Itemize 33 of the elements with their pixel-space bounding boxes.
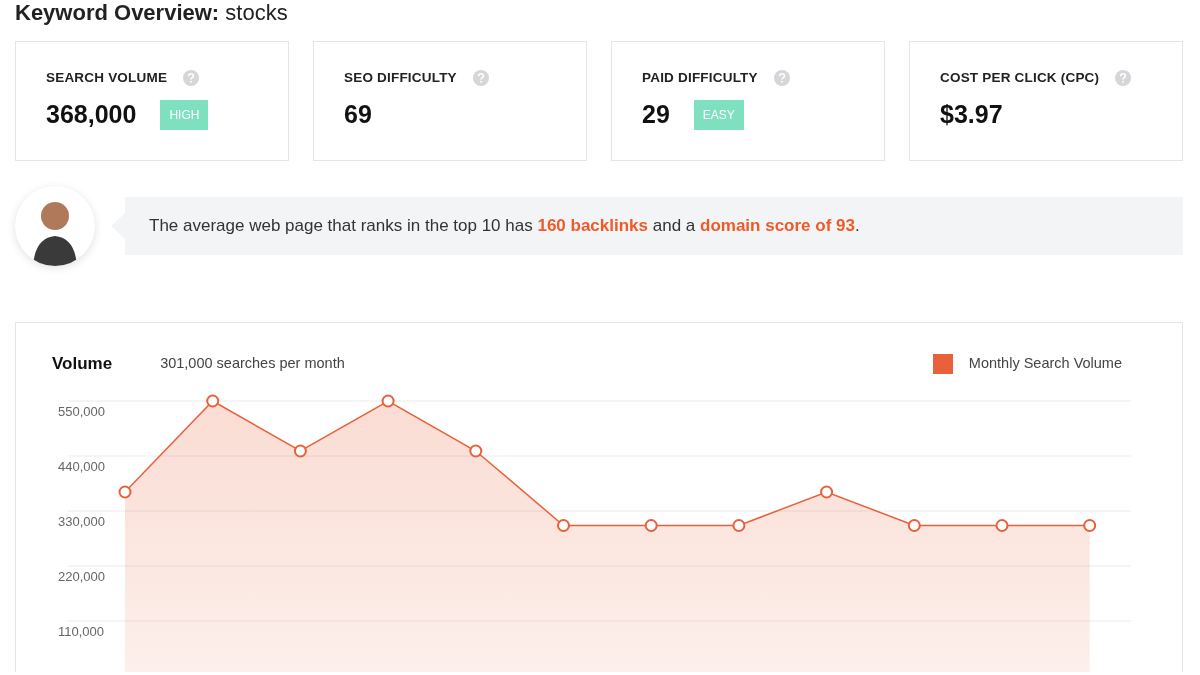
y-tick-label: 440,000 xyxy=(58,458,105,474)
legend-swatch xyxy=(932,353,953,374)
metric-value: $3.97 xyxy=(940,99,1003,131)
data-point[interactable] xyxy=(293,444,307,457)
data-point[interactable] xyxy=(206,394,220,407)
data-point[interactable] xyxy=(469,444,483,457)
metric-value: 368,000 xyxy=(46,99,137,131)
y-tick-label: 110,000 xyxy=(58,623,105,639)
data-point[interactable] xyxy=(557,518,570,532)
data-point[interactable] xyxy=(995,518,1009,532)
metric-label: SEARCH VOLUME xyxy=(46,69,168,87)
data-point[interactable] xyxy=(1083,518,1097,532)
rating-tag: EASY xyxy=(693,100,744,130)
rating-tag: HIGH xyxy=(160,100,209,130)
data-point[interactable] xyxy=(820,485,834,498)
chart-title: Volume xyxy=(52,353,113,375)
metric-value: 29 xyxy=(642,99,670,131)
y-tick-label: 220,000 xyxy=(58,568,105,584)
data-point[interactable] xyxy=(644,518,658,532)
metric-label: PAID DIFFICULTY xyxy=(642,69,758,87)
data-point[interactable] xyxy=(118,485,132,498)
metric-label: SEO DIFFICULTY xyxy=(344,69,457,87)
y-tick-label: 550,000 xyxy=(58,403,105,419)
metric-label: COST PER CLICK (CPC) xyxy=(940,69,1100,87)
metric-value: 69 xyxy=(344,99,372,131)
insight-text: The average web page that ranks in the top 10 has 160 backlinks and a domain score of 93. xyxy=(149,215,860,238)
chart-subtitle: 301,000 searches per month xyxy=(160,353,345,373)
data-point[interactable] xyxy=(907,518,921,532)
y-tick-label: 330,000 xyxy=(58,513,105,529)
legend-label: Monthly Search Volume xyxy=(968,353,1122,373)
data-point[interactable] xyxy=(381,394,395,407)
page-title: Keyword Overview: stocks xyxy=(15,0,288,25)
data-point[interactable] xyxy=(732,518,746,532)
